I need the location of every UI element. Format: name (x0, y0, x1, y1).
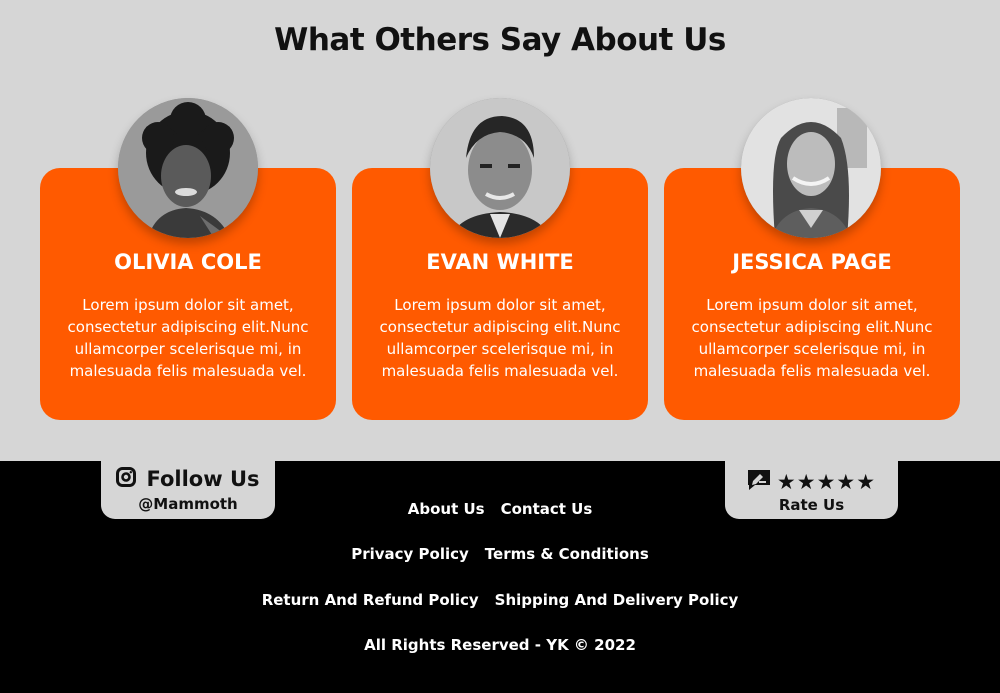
review-icon (747, 469, 771, 495)
refund-policy-link[interactable]: Return And Refund Policy (262, 591, 479, 609)
privacy-policy-link[interactable]: Privacy Policy (351, 545, 469, 563)
contact-us-link[interactable]: Contact Us (501, 500, 593, 518)
footer-links-row: Return And Refund Policy Shipping And De… (0, 591, 1000, 609)
follow-us-label: Follow Us (146, 467, 260, 491)
avatar-jessica (741, 98, 881, 238)
instagram-icon (116, 467, 137, 491)
testimonial-text: Lorem ipsum dolor sit amet, consectetur … (379, 296, 621, 380)
terms-conditions-link[interactable]: Terms & Conditions (485, 545, 649, 563)
avatar-evan (430, 98, 570, 238)
testimonial-name: EVAN WHITE (426, 250, 574, 274)
testimonial-text: Lorem ipsum dolor sit amet, consectetur … (691, 296, 933, 380)
avatar-olivia (118, 98, 258, 238)
copyright-text: All Rights Reserved - YK © 2022 (364, 636, 636, 654)
testimonial-text: Lorem ipsum dolor sit amet, consectetur … (67, 296, 309, 380)
testimonial-name: OLIVIA COLE (114, 250, 262, 274)
section-heading: What Others Say About Us (274, 22, 726, 58)
testimonial-name: JESSICA PAGE (732, 250, 892, 274)
shipping-policy-link[interactable]: Shipping And Delivery Policy (495, 591, 739, 609)
about-us-link[interactable]: About Us (408, 500, 485, 518)
star-rating[interactable]: ★★★★★ (777, 471, 876, 493)
footer-links-row: About Us Contact Us (0, 500, 1000, 518)
footer-links-row: Privacy Policy Terms & Conditions (0, 545, 1000, 563)
